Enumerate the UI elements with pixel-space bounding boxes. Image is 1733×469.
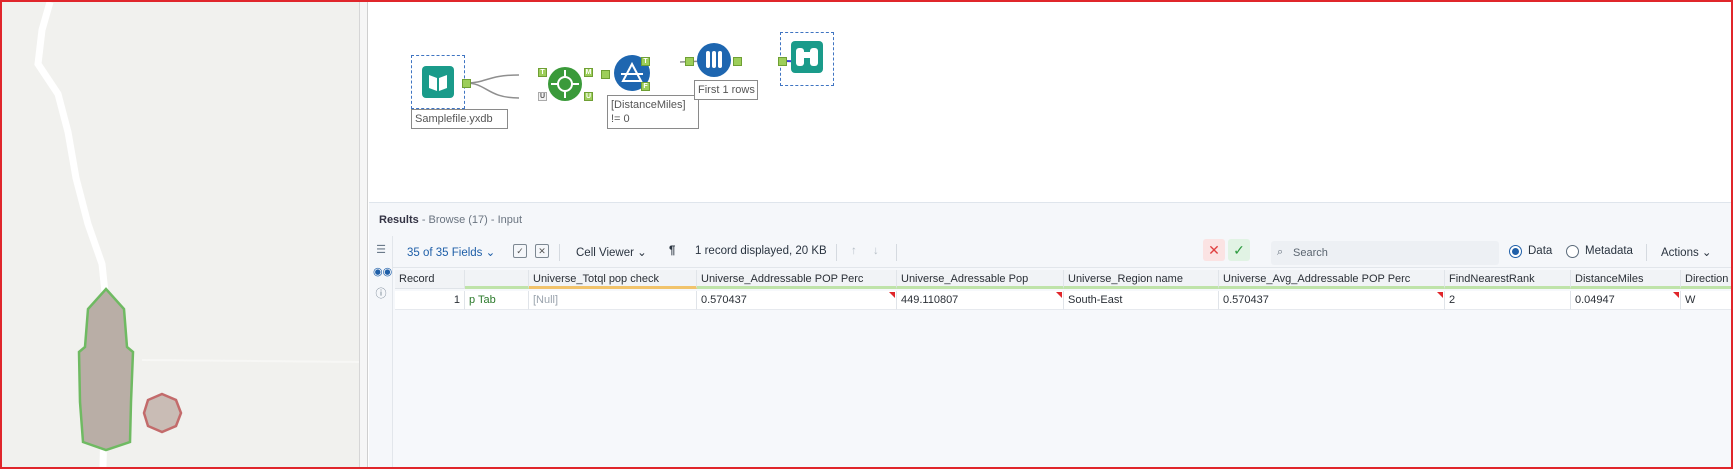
- filter-tool-label: [DistanceMiles] != 0: [607, 95, 699, 129]
- results-side-rail: ☰ ◉◉ ⓘ: [369, 236, 393, 467]
- sample-icon: [697, 43, 731, 77]
- join-anchor-u-out[interactable]: U: [584, 92, 593, 101]
- browse-input-anchor[interactable]: [778, 57, 787, 66]
- browse-tool[interactable]: [780, 32, 834, 86]
- cell-viewer-dropdown[interactable]: Cell Viewer ⌄: [576, 245, 647, 259]
- search-input[interactable]: [1293, 245, 1493, 261]
- results-title: Results - Browse (17) - Input: [379, 214, 523, 226]
- arrow-up-icon[interactable]: ↑: [851, 245, 857, 257]
- column-header[interactable]: Record: [395, 270, 465, 289]
- truncation-flag-icon: [889, 292, 895, 298]
- data-radio-label: Data: [1528, 245, 1553, 257]
- actions-dropdown[interactable]: Actions ⌄: [1661, 245, 1712, 259]
- panel-splitter[interactable]: [359, 2, 368, 467]
- table-cell[interactable]: [Null]: [529, 291, 697, 310]
- column-header[interactable]: Universe_Region name: [1064, 270, 1219, 289]
- truncation-flag-icon: [1056, 292, 1062, 298]
- list-icon[interactable]: ☰: [373, 242, 389, 258]
- sample-input-anchor[interactable]: [685, 57, 694, 66]
- map-canvas: [2, 2, 359, 467]
- table-cell[interactable]: W: [1681, 291, 1731, 310]
- column-header[interactable]: Universe_Avg_Addressable POP Perc: [1219, 270, 1445, 289]
- chevron-down-icon: ⌄: [637, 247, 647, 259]
- input-data-tool[interactable]: [411, 55, 465, 109]
- records-info: 1 record displayed, 20 KB: [695, 245, 827, 257]
- filter-input-anchor[interactable]: [601, 70, 610, 79]
- input-tool-label: Samplefile.yxdb: [411, 109, 508, 129]
- sample-output-anchor[interactable]: [733, 57, 742, 66]
- table-cell[interactable]: 1: [395, 291, 465, 310]
- metadata-radio[interactable]: [1566, 245, 1579, 258]
- accept-icon[interactable]: ✓: [1228, 239, 1250, 261]
- table-cell[interactable]: 0.570437: [1219, 291, 1445, 310]
- binoculars-view-icon[interactable]: ◉◉: [373, 264, 392, 280]
- column-header[interactable]: Direction: [1681, 270, 1731, 289]
- point-polygon: [142, 392, 183, 434]
- metadata-radio-label: Metadata: [1585, 245, 1633, 257]
- sample-tool[interactable]: [696, 42, 732, 78]
- sample-tool-label: First 1 rows: [694, 80, 758, 100]
- column-header[interactable]: Universe_Addressable POP Perc: [697, 270, 897, 289]
- table-cell[interactable]: p Tab: [465, 291, 529, 310]
- filter-anchor-t[interactable]: T: [641, 57, 650, 66]
- filter-anchor-f[interactable]: F: [641, 82, 650, 91]
- join-tool[interactable]: [547, 66, 583, 102]
- truncation-flag-icon: [1673, 292, 1679, 298]
- truncation-flag-icon: [1437, 292, 1443, 298]
- chevron-down-icon: ⌄: [1701, 247, 1712, 259]
- select-all-icon[interactable]: ✓: [513, 244, 527, 258]
- table-cell[interactable]: 0.570437: [697, 291, 897, 310]
- reject-icon[interactable]: ✕: [1203, 239, 1225, 261]
- header-row: Record Universe_Totql pop check Universe…: [393, 270, 1731, 289]
- results-header: Results - Browse (17) - Input: [369, 202, 1731, 236]
- help-icon[interactable]: ⓘ: [373, 286, 389, 302]
- input-output-anchor[interactable]: [462, 79, 471, 88]
- column-header[interactable]: [465, 270, 529, 289]
- column-header[interactable]: Universe_Adressable Pop: [897, 270, 1064, 289]
- data-radio[interactable]: [1509, 245, 1522, 258]
- results-grid[interactable]: Record Universe_Totql pop check Universe…: [393, 268, 1731, 467]
- join-anchor-u[interactable]: U: [538, 92, 547, 101]
- table-row[interactable]: 1 p Tab [Null] 0.570437 449.110807 South…: [393, 291, 1731, 310]
- search-box[interactable]: ⌕: [1271, 241, 1499, 265]
- deselect-all-icon[interactable]: ✕: [535, 244, 549, 258]
- selected-area-polygon: [77, 287, 135, 452]
- workflow-canvas[interactable]: Samplefile.yxdb T U M U T F [DistanceMil…: [369, 2, 1731, 202]
- join-icon: [548, 67, 582, 101]
- join-anchor-t[interactable]: T: [538, 68, 547, 77]
- table-cell[interactable]: 449.110807: [897, 291, 1064, 310]
- results-toolbar: 35 of 35 Fields ⌄ ✓ ✕ Cell Viewer ⌄ ¶ 1 …: [393, 236, 1731, 268]
- binoculars-icon: [791, 41, 823, 73]
- table-cell[interactable]: 2: [1445, 291, 1571, 310]
- column-header[interactable]: FindNearestRank: [1445, 270, 1571, 289]
- pilcrow-icon[interactable]: ¶: [669, 245, 675, 257]
- book-icon: [422, 66, 454, 98]
- arrow-down-icon[interactable]: ↓: [873, 245, 879, 257]
- table-cell[interactable]: 0.04947: [1571, 291, 1681, 310]
- search-icon: ⌕: [1277, 246, 1284, 258]
- map-preview[interactable]: [2, 2, 359, 467]
- table-cell[interactable]: South-East: [1064, 291, 1219, 310]
- chevron-down-icon: ⌄: [485, 247, 496, 259]
- column-header[interactable]: DistanceMiles: [1571, 270, 1681, 289]
- fields-dropdown[interactable]: 35 of 35 Fields ⌄: [407, 245, 495, 259]
- column-header[interactable]: Universe_Totql pop check: [529, 270, 697, 289]
- join-anchor-m[interactable]: M: [584, 68, 593, 77]
